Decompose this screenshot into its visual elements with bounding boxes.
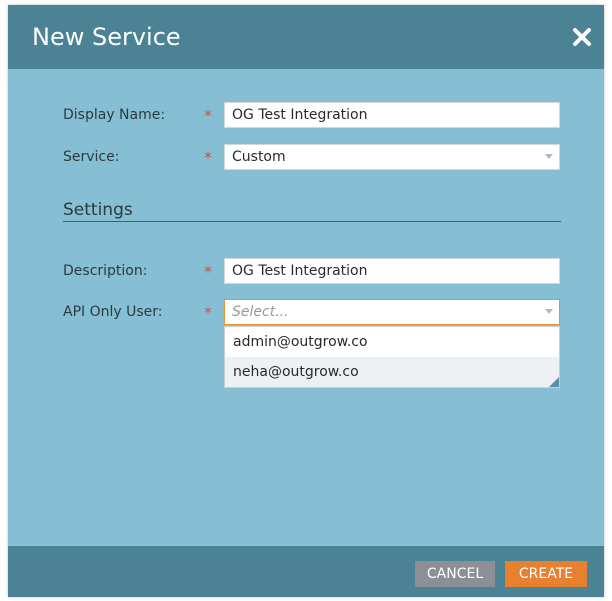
api-only-user-required-mark: * — [204, 303, 212, 322]
close-icon[interactable] — [570, 25, 594, 49]
display-name-label: Display Name: — [63, 107, 166, 123]
resize-grip-icon[interactable] — [549, 377, 559, 387]
display-name-input[interactable]: OG Test Integration — [224, 102, 560, 128]
service-label: Service: — [63, 149, 120, 165]
chevron-down-icon — [545, 154, 553, 159]
dropdown-option-admin[interactable]: admin@outgrow.co — [225, 327, 559, 357]
description-input[interactable]: OG Test Integration — [224, 258, 560, 284]
display-name-required-mark: * — [204, 106, 212, 125]
settings-heading: Settings — [63, 200, 133, 220]
create-button[interactable]: CREATE — [505, 561, 587, 587]
api-only-user-dropdown: admin@outgrow.co neha@outgrow.co — [224, 326, 560, 388]
api-only-user-placeholder: Select... — [232, 304, 289, 320]
dropdown-option-neha[interactable]: neha@outgrow.co — [225, 357, 559, 387]
new-service-dialog: New Service Display Name: * OG Test Inte… — [8, 5, 604, 597]
cancel-button[interactable]: CANCEL — [415, 561, 495, 587]
api-only-user-label: API Only User: — [63, 304, 163, 320]
dialog-footer: CANCEL CREATE — [8, 546, 604, 597]
api-only-user-select[interactable]: Select... — [224, 299, 560, 325]
chevron-down-icon — [545, 309, 553, 314]
settings-divider — [63, 221, 561, 222]
description-required-mark: * — [204, 262, 212, 281]
service-selected-value: Custom — [232, 149, 286, 165]
description-label: Description: — [63, 263, 148, 279]
service-required-mark: * — [204, 148, 212, 167]
dialog-header: New Service — [8, 5, 604, 69]
dialog-title: New Service — [32, 23, 181, 51]
service-select[interactable]: Custom — [224, 144, 560, 170]
